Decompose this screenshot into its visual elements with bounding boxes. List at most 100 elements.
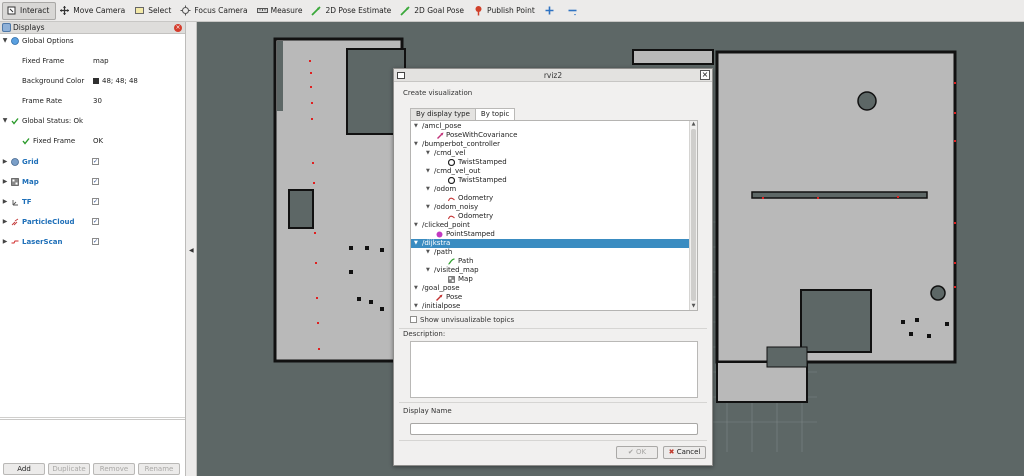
- background-color-value[interactable]: 48; 48; 48: [93, 76, 138, 86]
- grid-icon: [11, 158, 19, 166]
- topic-row[interactable]: ▼/cmd_vel_out: [411, 167, 690, 176]
- frame-rate-value[interactable]: 30: [93, 96, 102, 106]
- fixed-frame-status-value: OK: [93, 137, 104, 145]
- display-item-map[interactable]: ▶ Map ✓: [0, 177, 185, 187]
- divider: [399, 328, 707, 329]
- topic-row[interactable]: Odometry: [411, 194, 690, 203]
- topic-row[interactable]: ▼/odom: [411, 185, 690, 194]
- cancel-button[interactable]: ✖ Cancel: [663, 446, 706, 459]
- scroll-down-icon[interactable]: ▼: [690, 303, 697, 310]
- tf-icon: [11, 198, 19, 206]
- topic-row[interactable]: ▼/cmd_vel: [411, 149, 690, 158]
- topic-tree[interactable]: ▼/amcl_pose PoseWithCovariance ▼/bumperb…: [410, 120, 698, 311]
- topic-row[interactable]: ▼/odom_noisy: [411, 203, 690, 212]
- topic-row[interactable]: PointStamped: [411, 230, 690, 239]
- topic-row[interactable]: ▼/visited_map: [411, 266, 690, 275]
- ok-button[interactable]: ✔ OK: [616, 446, 658, 459]
- tree-row-fixed-frame-status[interactable]: Fixed Frame OK: [0, 136, 185, 146]
- topic-row[interactable]: PoseWithCovariance: [411, 131, 690, 140]
- chevron-right-icon[interactable]: ▶: [2, 157, 8, 167]
- odometry-icon: [447, 195, 455, 202]
- map-right-region: [715, 50, 957, 403]
- chevron-right-icon[interactable]: ▶: [2, 197, 8, 207]
- topic-row[interactable]: TwistStamped: [411, 176, 690, 185]
- minus-icon: [567, 5, 578, 16]
- topic-row[interactable]: Odometry: [411, 212, 690, 221]
- topic-row[interactable]: TwistStamped: [411, 158, 690, 167]
- display-item-laser-scan[interactable]: ▶ LaserScan ✓: [0, 237, 185, 247]
- goal-pose-tool-button[interactable]: 2D Goal Pose: [397, 2, 470, 20]
- pose-estimate-tool-button[interactable]: 2D Pose Estimate: [308, 2, 397, 20]
- tree-row-fixed-frame[interactable]: Fixed Frame map: [0, 56, 185, 66]
- display-enable-checkbox[interactable]: ✓: [92, 238, 99, 245]
- publish-point-tool-button[interactable]: Publish Point: [470, 2, 541, 20]
- display-enable-checkbox[interactable]: ✓: [92, 218, 99, 225]
- add-display-button[interactable]: Add: [3, 463, 45, 475]
- select-tool-button[interactable]: Select: [131, 2, 177, 20]
- display-item-tf[interactable]: ▶ TF ✓: [0, 197, 185, 207]
- remove-tool-button[interactable]: [564, 2, 587, 20]
- topic-row[interactable]: Pose: [411, 293, 690, 302]
- topic-row[interactable]: ▼/amcl_pose: [411, 122, 690, 131]
- scrollbar-thumb[interactable]: [691, 129, 696, 301]
- display-enable-checkbox[interactable]: ✓: [92, 158, 99, 165]
- displays-panel: Displays × ▼ Global Options Fixed Frame …: [0, 22, 186, 476]
- topic-row[interactable]: ▼/path: [411, 248, 690, 257]
- tree-row-global-options[interactable]: ▼ Global Options: [0, 36, 185, 46]
- chevron-right-icon[interactable]: ▶: [2, 217, 8, 227]
- panel-divider[interactable]: [0, 417, 185, 418]
- path-icon: [448, 258, 455, 265]
- topic-row[interactable]: ▼/bumperbot_controller: [411, 140, 690, 149]
- display-name-input[interactable]: [410, 423, 698, 435]
- remove-display-button[interactable]: Remove: [93, 463, 135, 475]
- dialog-heading: Create visualization: [403, 89, 473, 97]
- publish-point-icon: [473, 5, 484, 16]
- displays-panel-header: Displays ×: [0, 22, 185, 34]
- collapse-arrow-icon[interactable]: ◀: [189, 247, 194, 254]
- frame-rate-label: Frame Rate: [22, 97, 63, 105]
- topic-list-scrollbar[interactable]: ▲ ▼: [689, 121, 697, 310]
- focus-camera-tool-button[interactable]: Focus Camera: [177, 2, 253, 20]
- topic-row[interactable]: Path: [411, 257, 690, 266]
- panel-splitter[interactable]: ◀: [186, 22, 197, 476]
- dialog-titlebar[interactable]: rviz2 ×: [394, 69, 712, 82]
- show-unvisualizable-checkbox[interactable]: Show unvisualizable topics: [410, 316, 514, 324]
- globe-icon: [11, 37, 19, 45]
- fixed-frame-value[interactable]: map: [93, 56, 109, 66]
- tree-row-global-status[interactable]: ▼ Global Status: Ok: [0, 116, 185, 126]
- chevron-right-icon[interactable]: ▶: [2, 177, 8, 187]
- checkbox-box[interactable]: [410, 316, 417, 323]
- close-icon[interactable]: ×: [174, 24, 182, 32]
- show-unvisualizable-label: Show unvisualizable topics: [420, 316, 515, 324]
- display-enable-checkbox[interactable]: ✓: [92, 178, 99, 185]
- interact-icon: [6, 5, 17, 16]
- display-item-particle-cloud[interactable]: ▶ ParticleCloud ✓: [0, 217, 185, 227]
- display-enable-checkbox[interactable]: ✓: [92, 198, 99, 205]
- topic-row[interactable]: Map: [411, 275, 690, 284]
- ok-label: OK: [636, 448, 647, 456]
- chevron-down-icon[interactable]: ▼: [2, 36, 8, 46]
- map-top-strip: [632, 49, 714, 65]
- measure-tool-button[interactable]: Measure: [254, 2, 309, 20]
- interact-tool-button[interactable]: Interact: [2, 1, 57, 20]
- topic-row[interactable]: ▼/goal_pose: [411, 284, 690, 293]
- select-icon: [134, 5, 145, 16]
- background-color-label: Background Color: [22, 77, 85, 85]
- duplicate-display-button[interactable]: Duplicate: [48, 463, 90, 475]
- move-camera-tool-button[interactable]: Move Camera: [56, 2, 131, 20]
- display-item-grid[interactable]: ▶ Grid ✓: [0, 157, 185, 167]
- topic-row-selected[interactable]: ▼/dijkstra: [411, 239, 690, 248]
- close-icon[interactable]: ×: [700, 70, 710, 80]
- pose-icon: [436, 294, 443, 301]
- scroll-up-icon[interactable]: ▲: [690, 121, 697, 128]
- chevron-right-icon[interactable]: ▶: [2, 237, 8, 247]
- chevron-down-icon[interactable]: ▼: [2, 116, 8, 126]
- tab-by-display-type[interactable]: By display type: [410, 108, 476, 120]
- rename-display-button[interactable]: Rename: [138, 463, 180, 475]
- display-item-label: Grid: [22, 158, 39, 166]
- topic-row[interactable]: ▼/clicked_point: [411, 221, 690, 230]
- topic-row[interactable]: ▼/initialpose: [411, 302, 690, 310]
- add-tool-button[interactable]: [541, 2, 564, 20]
- tree-row-background-color[interactable]: Background Color 48; 48; 48: [0, 76, 185, 86]
- tree-row-frame-rate[interactable]: Frame Rate 30: [0, 96, 185, 106]
